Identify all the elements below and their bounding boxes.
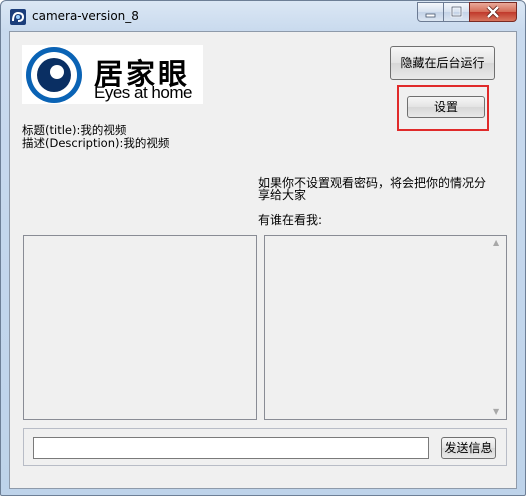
maximize-button[interactable] (443, 2, 470, 22)
minimize-button[interactable] (417, 2, 444, 22)
title-bar[interactable]: camera-version_8 (1, 1, 525, 31)
app-window: camera-version_8 居家眼 Eyes at home 隐藏在后台运… (0, 0, 526, 496)
scrollbar[interactable]: ▲ ▼ (489, 236, 506, 419)
watchers-label: 有谁在看我: (258, 213, 323, 227)
video-panel (23, 235, 257, 420)
message-group: 发送信息 (23, 428, 507, 466)
run-in-background-button[interactable]: 隐藏在后台运行 (390, 46, 495, 80)
window-title: camera-version_8 (32, 9, 139, 23)
logo-english-text: Eyes at home (94, 83, 192, 102)
message-input[interactable] (33, 437, 429, 459)
scroll-down-icon[interactable]: ▼ (493, 407, 499, 416)
maximize-icon (450, 5, 463, 18)
close-button[interactable] (469, 2, 517, 22)
highlight-box (397, 85, 489, 131)
watchers-list[interactable]: ▲ ▼ (264, 235, 507, 420)
app-icon (10, 9, 26, 25)
logo: 居家眼 Eyes at home (22, 45, 203, 104)
scroll-up-icon[interactable]: ▲ (493, 238, 499, 247)
send-message-button[interactable]: 发送信息 (441, 437, 496, 459)
client-area: 居家眼 Eyes at home 隐藏在后台运行 设置 标题(title):我的… (9, 31, 517, 489)
eye-logo-icon (26, 47, 82, 103)
close-icon (486, 5, 500, 19)
minimize-icon (425, 13, 436, 18)
password-notice: 如果你不设置观看密码，将会把你的情况分享给大家 (258, 176, 487, 202)
video-description: 描述(Description):我的视频 (22, 136, 170, 150)
